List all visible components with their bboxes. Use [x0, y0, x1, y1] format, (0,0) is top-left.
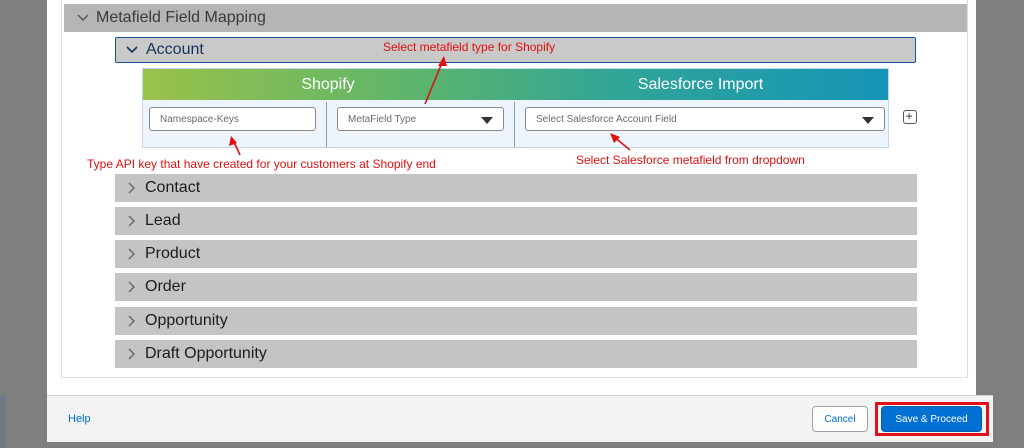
background-strip: [0, 395, 6, 448]
annotation-salesforce-field: Select Salesforce metafield from dropdow…: [576, 153, 805, 167]
help-link[interactable]: Help: [68, 413, 91, 425]
modal-footer: Help Cancel Save & Proceed: [47, 395, 993, 442]
caret-down-icon: [481, 117, 493, 124]
chevron-right-icon: [128, 182, 135, 194]
accordion-label: Lead: [145, 212, 181, 229]
accordion-opportunity[interactable]: Opportunity: [115, 307, 917, 335]
add-mapping-button[interactable]: [903, 110, 917, 124]
column-divider: [326, 102, 327, 147]
accordion-label: Order: [145, 278, 186, 295]
save-proceed-button[interactable]: Save & Proceed: [881, 406, 982, 432]
accordion-order[interactable]: Order: [115, 273, 917, 301]
accordion-account-label: Account: [146, 41, 204, 58]
salesforce-account-field-select[interactable]: Select Salesforce Account Field: [525, 107, 885, 131]
accordion-product[interactable]: Product: [115, 240, 917, 268]
salesforce-field-value: Select Salesforce Account Field: [536, 113, 677, 125]
section-metafield-mapping[interactable]: Metafield Field Mapping: [64, 4, 967, 32]
chevron-down-icon: [126, 46, 138, 54]
accordion-label: Product: [145, 245, 201, 262]
shopify-header: Shopify: [301, 75, 355, 93]
account-mapping-panel: Shopify Salesforce Import MetaField Type…: [142, 68, 889, 148]
chevron-right-icon: [128, 215, 135, 227]
caret-down-icon: [862, 117, 874, 124]
section-title: Metafield Field Mapping: [96, 9, 266, 26]
annotation-metafield-type: Select metafield type for Shopify: [383, 40, 556, 54]
metafield-type-select[interactable]: MetaField Type: [337, 107, 504, 131]
namespace-keys-field[interactable]: [149, 107, 316, 131]
chevron-right-icon: [128, 281, 135, 293]
accordion-label: Draft Opportunity: [145, 345, 267, 362]
accordion-label: Opportunity: [145, 312, 228, 329]
chevron-down-icon: [77, 14, 89, 21]
cancel-button[interactable]: Cancel: [812, 406, 868, 432]
column-divider: [514, 102, 515, 147]
salesforce-import-header: Salesforce Import: [637, 75, 764, 93]
accordion-draft-opportunity[interactable]: Draft Opportunity: [115, 340, 917, 368]
chevron-right-icon: [128, 348, 135, 360]
metafield-type-value: MetaField Type: [348, 113, 417, 125]
accordion-lead[interactable]: Lead: [115, 207, 917, 235]
plus-icon: [906, 113, 913, 120]
chevron-right-icon: [128, 248, 135, 260]
accordion-label: Contact: [145, 179, 201, 196]
namespace-keys-input[interactable]: [160, 113, 315, 125]
annotation-api-key: Type API key that have created for your …: [87, 157, 436, 171]
mapping-header: Shopify Salesforce Import: [143, 69, 888, 100]
accordion-contact[interactable]: Contact: [115, 174, 917, 202]
chevron-right-icon: [128, 315, 135, 327]
